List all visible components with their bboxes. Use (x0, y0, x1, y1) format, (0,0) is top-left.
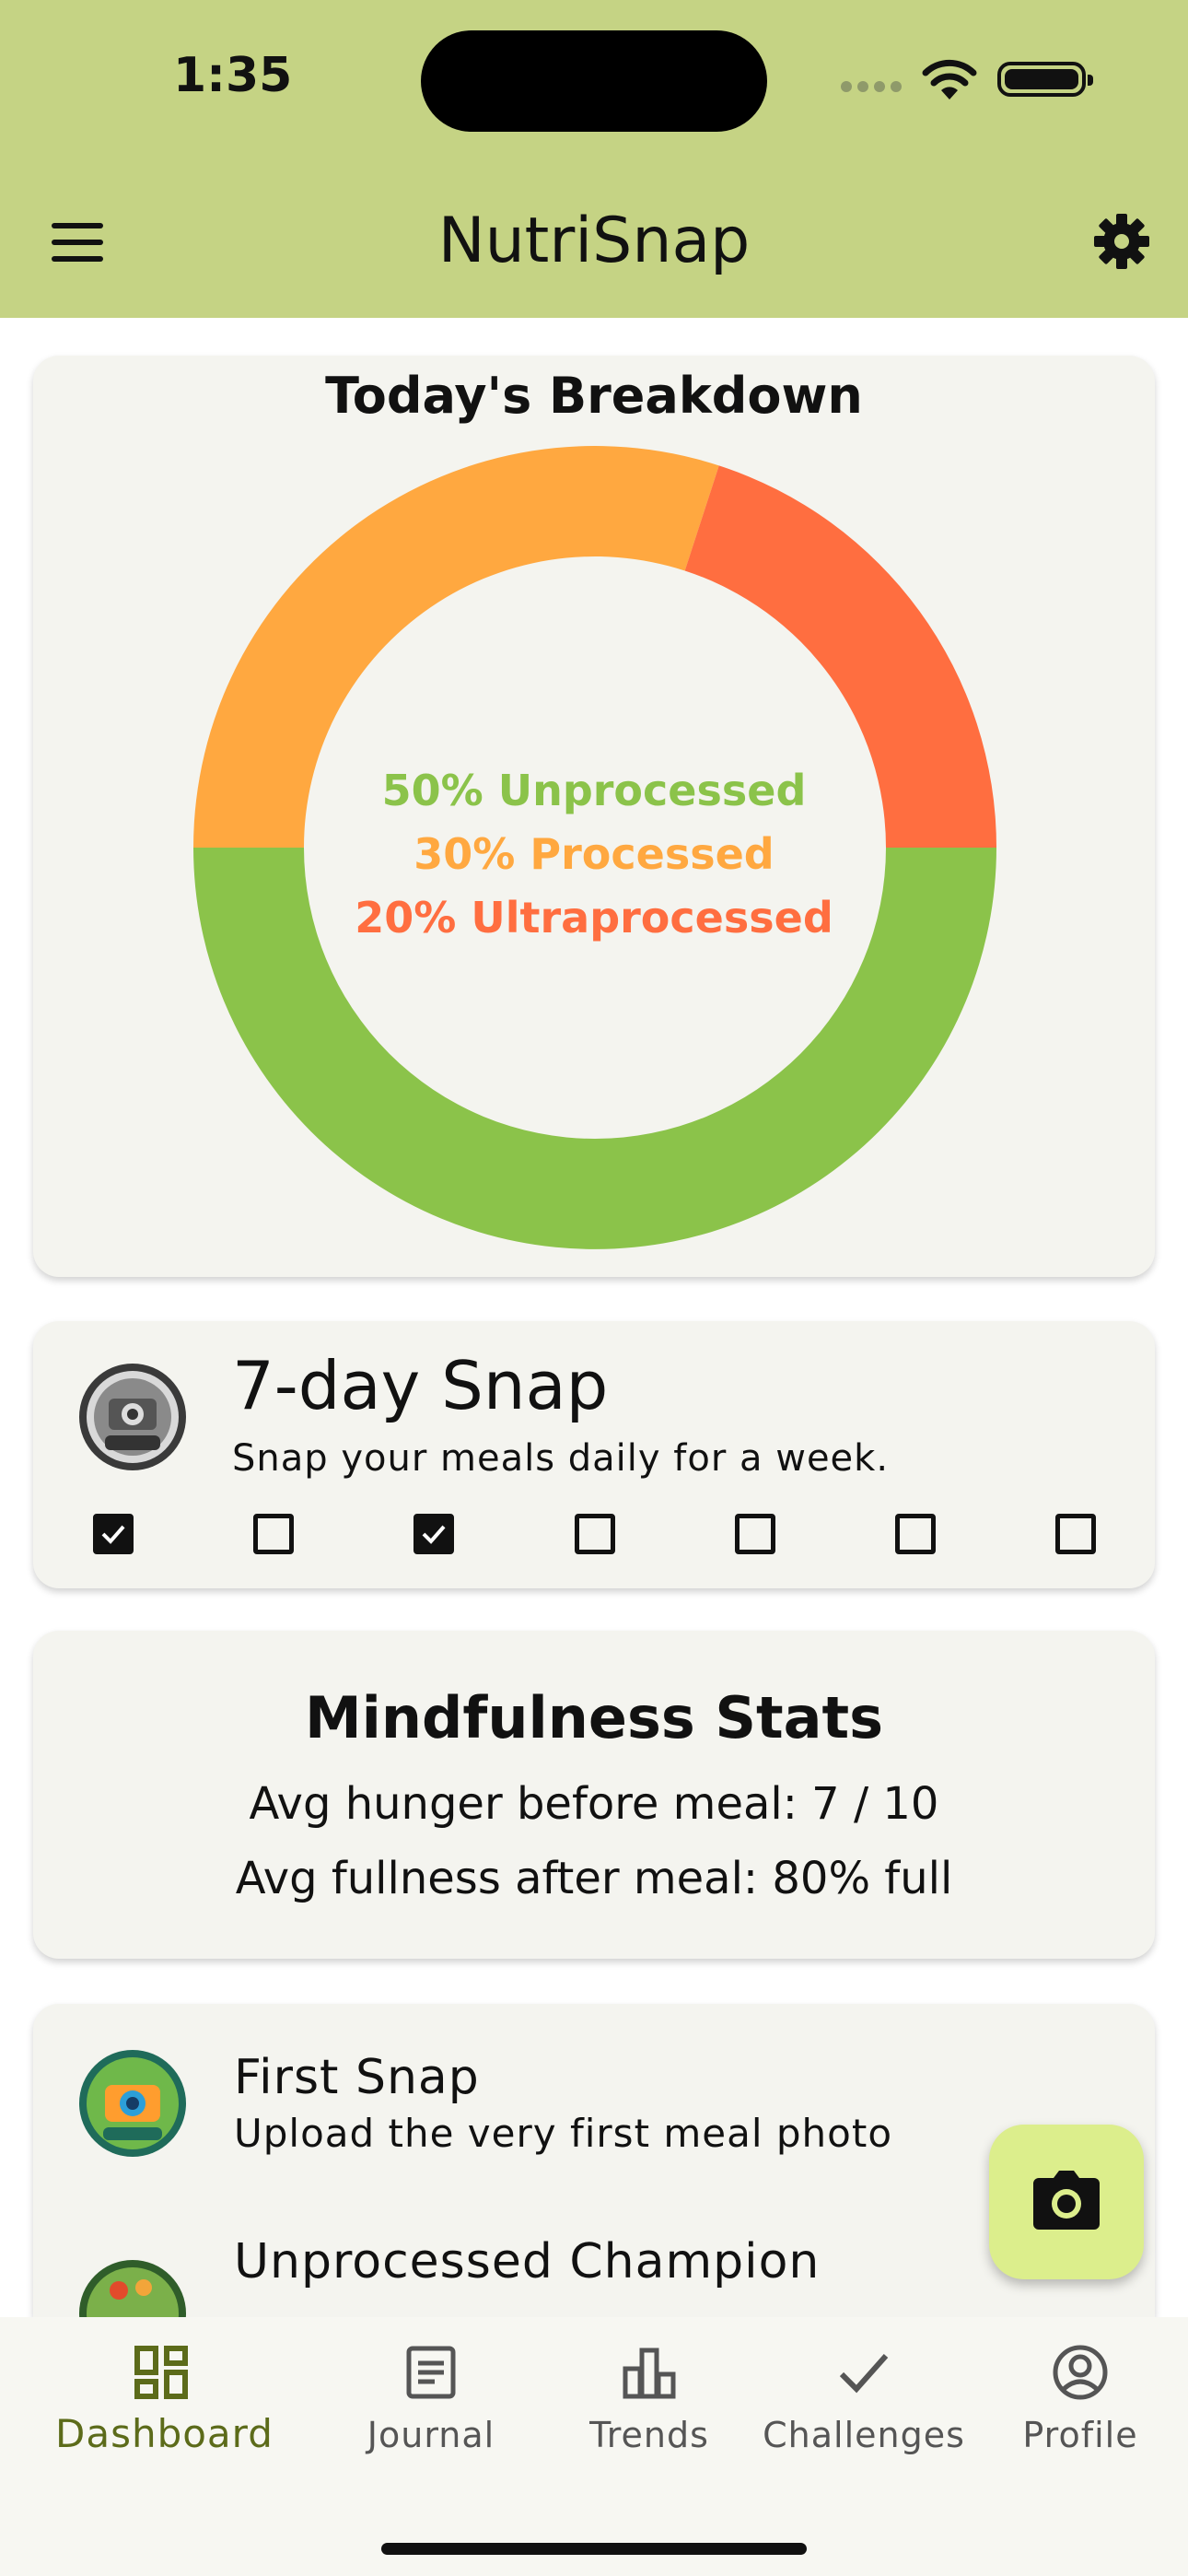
nav-label: Trends (589, 2415, 709, 2455)
cellular-signal-icon (841, 81, 903, 94)
challenge-card[interactable]: 7-day Snap Snap your meals daily for a w… (33, 1321, 1155, 1588)
nav-journal[interactable]: Journal (325, 2343, 537, 2481)
breakdown-card: Today's Breakdown 50% Unprocessed 30% Pr… (33, 356, 1155, 1277)
breakdown-legend: 50% Unprocessed 30% Processed 20% Ultrap… (33, 759, 1155, 950)
checkmark-icon (101, 1525, 125, 1544)
unprocessed-champion-badge-icon (79, 2260, 186, 2317)
breakdown-title: Today's Breakdown (325, 367, 863, 425)
mindfulness-title: Mindfulness Stats (304, 1684, 884, 1751)
day-checkbox-4[interactable] (575, 1514, 615, 1554)
day-checkbox-7[interactable] (1055, 1514, 1096, 1554)
nav-trends[interactable]: Trends (543, 2343, 755, 2481)
nav-challenges[interactable]: Challenges (758, 2343, 970, 2481)
label-processed: 30% Processed (413, 829, 775, 879)
nav-label: Journal (367, 2415, 495, 2455)
first-snap-badge-icon (79, 2050, 186, 2157)
day-checkbox-5[interactable] (735, 1514, 775, 1554)
nav-label: Challenges (763, 2415, 965, 2455)
gear-icon[interactable] (1092, 212, 1151, 271)
checkmark-icon (839, 2354, 889, 2394)
journal-icon (406, 2346, 456, 2399)
challenge-description: Snap your meals daily for a week. (232, 1437, 890, 1480)
app-title: NutriSnap (437, 205, 751, 277)
achievement-title: Unprocessed Champion (234, 2234, 821, 2289)
battery-icon (997, 62, 1093, 97)
nav-label: Dashboard (55, 2411, 274, 2456)
day-checkbox-6[interactable] (895, 1514, 936, 1554)
wifi-icon (922, 59, 977, 100)
day-checkbox-3[interactable] (413, 1514, 454, 1554)
avg-hunger-stat: Avg hunger before meal: 7 / 10 (249, 1778, 939, 1830)
achievement-title: First Snap (234, 2050, 480, 2105)
nav-dashboard[interactable]: Dashboard (55, 2343, 274, 2481)
checkmark-icon (422, 1525, 446, 1544)
profile-icon (1053, 2345, 1108, 2400)
dynamic-island (421, 30, 767, 132)
label-unprocessed: 50% Unprocessed (381, 766, 807, 815)
dashboard-icon (134, 2346, 188, 2399)
day-checkbox-1[interactable] (93, 1514, 134, 1554)
day-checkbox-2[interactable] (253, 1514, 294, 1554)
nav-profile[interactable]: Profile (974, 2343, 1186, 2481)
camera-icon (1033, 2171, 1100, 2230)
bottom-navigation: Dashboard Journal Trends Challenges Prof… (0, 2317, 1188, 2576)
home-indicator (381, 2543, 807, 2555)
app-bar: 1:35 NutriSnap (0, 0, 1188, 318)
achievements-card: First Snap Upload the very first meal ph… (33, 2004, 1155, 2317)
challenge-title: 7-day Snap (232, 1347, 609, 1424)
label-ultraprocessed: 20% Ultraprocessed (355, 893, 833, 943)
achievement-description: Upload the very first meal photo (234, 2111, 893, 2156)
status-time: 1:35 (173, 48, 293, 103)
snap-challenge-badge-icon (79, 1364, 186, 1470)
mindfulness-card: Mindfulness Stats Avg hunger before meal… (33, 1631, 1155, 1959)
trends-icon (623, 2348, 676, 2399)
camera-fab-button[interactable] (989, 2125, 1144, 2279)
nav-label: Profile (1022, 2415, 1138, 2455)
avg-fullness-stat: Avg fullness after meal: 80% full (235, 1853, 953, 1904)
